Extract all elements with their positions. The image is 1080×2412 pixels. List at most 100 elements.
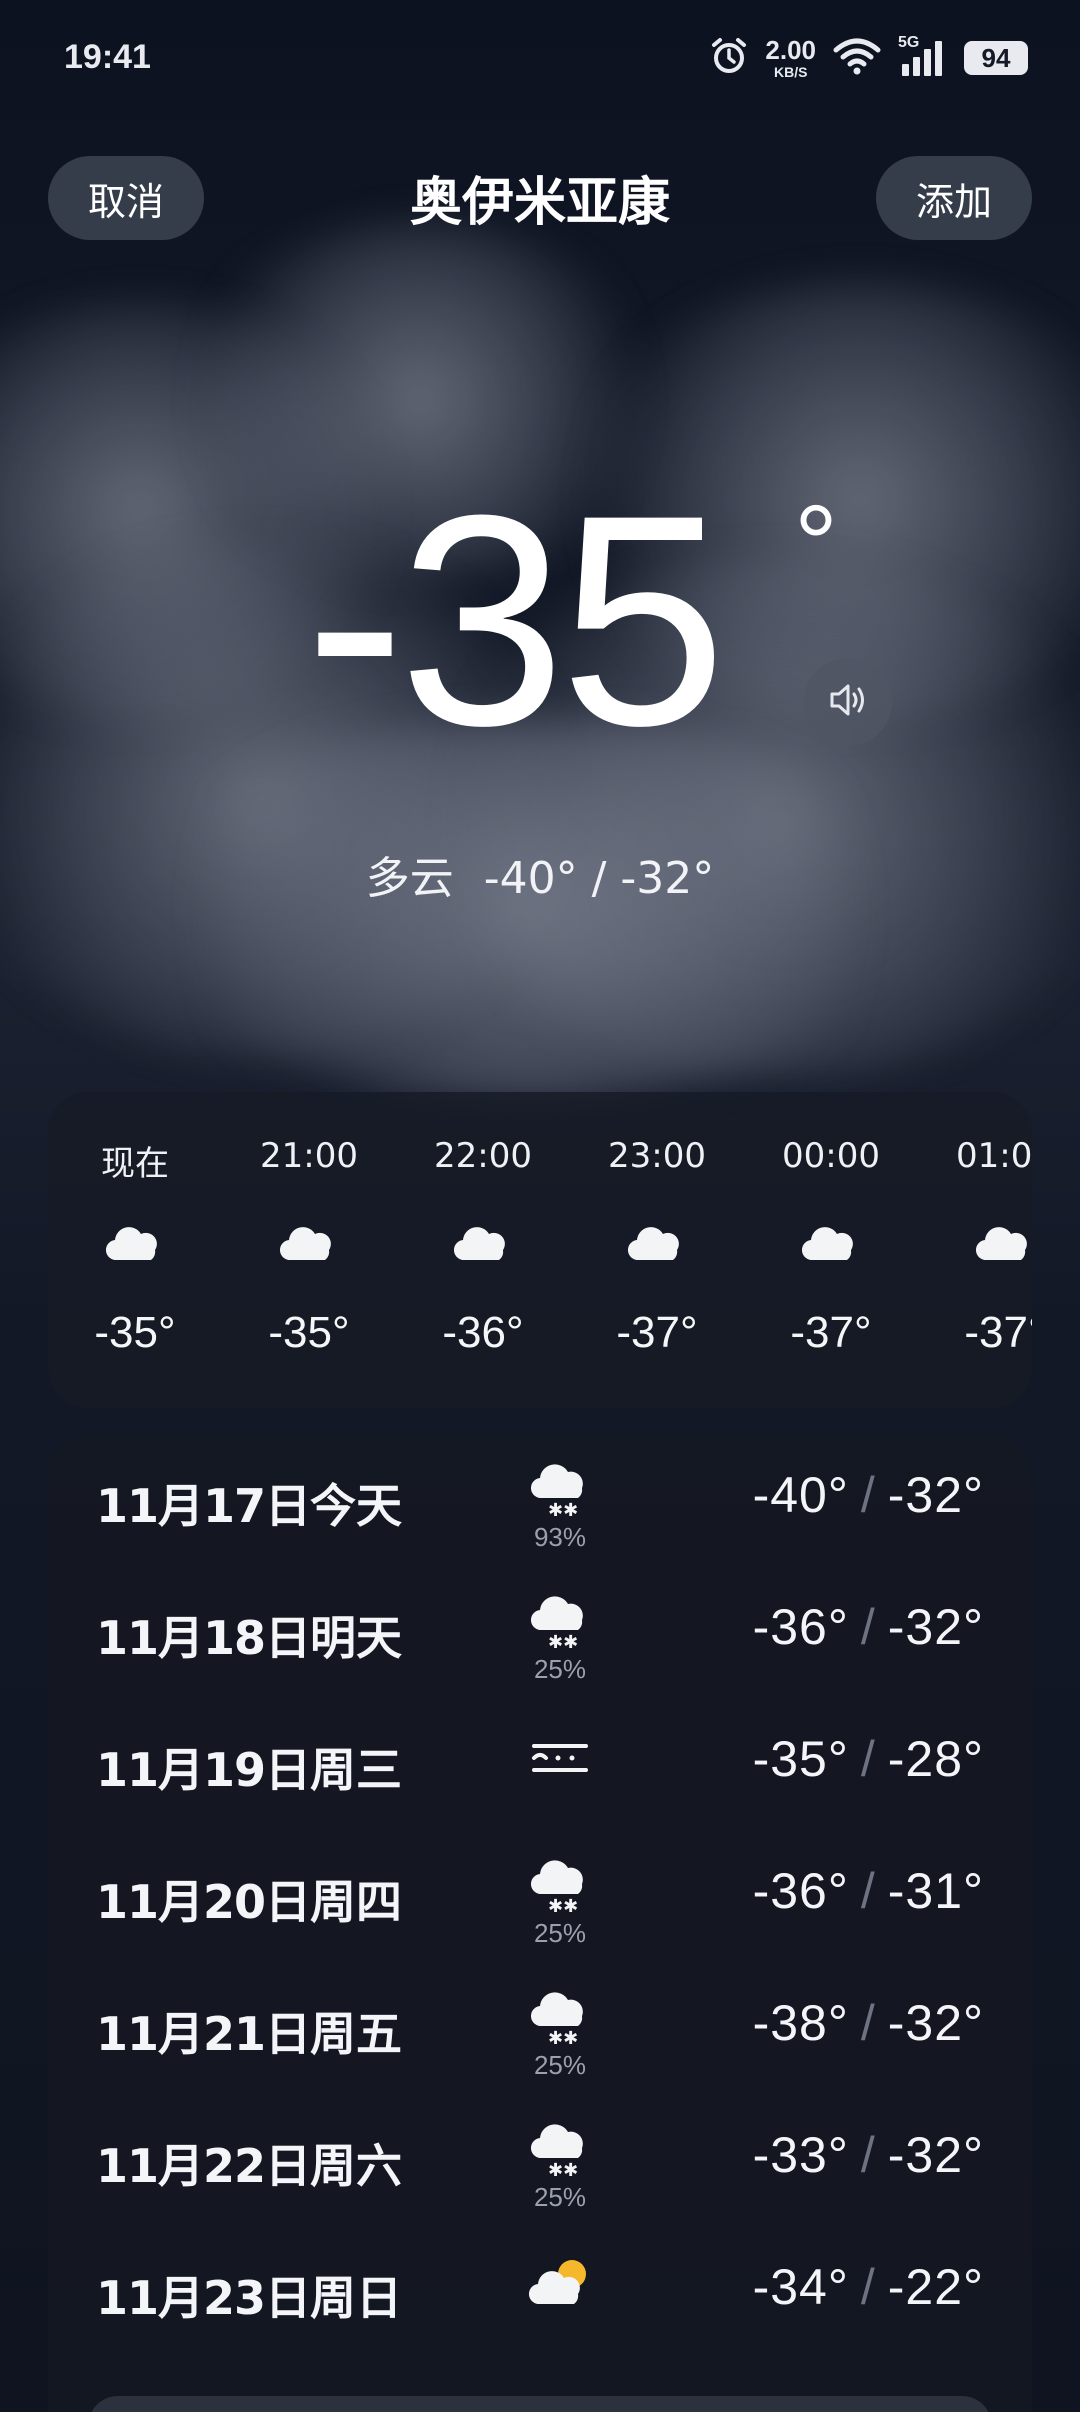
daily-row[interactable]: 11月23日 周日 -34° / -22° xyxy=(48,2228,1032,2360)
current-temperature-block: -35 ° xyxy=(0,470,1080,770)
svg-text:✱✱: ✱✱ xyxy=(548,1500,578,1521)
daily-row[interactable]: 11月18日 明天 ✱✱ 25% -36° / -32° xyxy=(48,1568,1032,1700)
partly-cloudy-night-icon xyxy=(627,1214,683,1261)
partly-cloudy-night-icon xyxy=(453,1214,509,1261)
condition-label: 多云 xyxy=(365,853,454,904)
more-forecast-button[interactable] xyxy=(88,2396,992,2412)
daily-row[interactable]: 11月20日 周四 ✱✱ 25% -36° / -31° xyxy=(48,1832,1032,1964)
network-speed: 2.00 KB/S xyxy=(765,37,816,79)
day-low: -34° xyxy=(752,2259,849,2315)
temperature-range: -40° / -32° xyxy=(483,853,715,904)
hourly-item: 23:00 -37° xyxy=(570,1092,744,1408)
day-low: -36° xyxy=(752,1863,849,1919)
weather-summary: 多云 -40° / -32° xyxy=(0,842,1080,906)
range-separator: / xyxy=(860,1731,876,1787)
day-high: -22° xyxy=(887,2259,984,2315)
alarm-icon xyxy=(709,36,749,80)
day-name: 周六 xyxy=(310,2139,402,2193)
signal-icon: 5G xyxy=(898,34,948,78)
hourly-forecast[interactable]: 现在 -35° 21:00 -35° 22:00 -36° 23:00 -37°… xyxy=(48,1092,1032,1408)
network-speed-unit: KB/S xyxy=(773,64,808,80)
day-date: 11月21日 xyxy=(96,2007,311,2061)
hour-time: 01:00 xyxy=(956,1136,1032,1176)
svg-text:✱✱: ✱✱ xyxy=(548,2160,578,2181)
day-temperature-range: -34° / -22° xyxy=(753,2258,984,2316)
fog-icon xyxy=(532,1744,588,1772)
precipitation-chance: 25% xyxy=(533,1654,587,1684)
city-title: 奥伊米亚康 xyxy=(409,173,670,233)
hour-temperature: -37° xyxy=(790,1308,872,1357)
day-date: 11月18日 xyxy=(96,1611,311,1665)
day-name: 周五 xyxy=(310,2007,402,2061)
hour-temperature: -35° xyxy=(94,1308,176,1357)
hourly-item: 现在 -35° xyxy=(48,1092,222,1408)
day-temperature-range: -33° / -32° xyxy=(753,2126,984,2184)
hour-temperature: -36° xyxy=(442,1308,524,1357)
day-high: -28° xyxy=(887,1731,984,1787)
hour-time: 23:00 xyxy=(608,1136,706,1176)
svg-text:✱✱: ✱✱ xyxy=(548,2028,578,2049)
add-button[interactable]: 添加 xyxy=(876,156,1032,240)
partly-cloudy-night-icon xyxy=(975,1214,1031,1261)
precipitation-chance: 25% xyxy=(533,2050,587,2080)
partly-cloudy-night-icon xyxy=(279,1214,335,1261)
hour-time: 22:00 xyxy=(434,1136,532,1176)
day-low: -35° xyxy=(752,1731,849,1787)
snow-icon: ✱✱ xyxy=(530,1464,583,1521)
day-date: 11月22日 xyxy=(96,2139,311,2193)
speaker-button[interactable] xyxy=(804,658,892,746)
hour-temperature: -37° xyxy=(616,1308,698,1357)
day-temperature-range: -35° / -28° xyxy=(753,1730,984,1788)
hour-time: 00:00 xyxy=(782,1136,880,1176)
day-high: -31° xyxy=(887,1863,984,1919)
status-time: 19:41 xyxy=(64,38,151,76)
partly-cloudy-night-icon xyxy=(105,1214,161,1261)
daily-forecast[interactable]: 11月17日 今天 ✱✱ 93% -40° / -32° 11月18日 明天 ✱✱ … xyxy=(48,1436,1032,2412)
day-name: 周四 xyxy=(310,1875,402,1929)
snow-icon: ✱✱ xyxy=(530,1596,583,1653)
degree-symbol: ° xyxy=(794,483,838,606)
snow-icon: ✱✱ xyxy=(530,1860,583,1917)
cancel-button[interactable]: 取消 xyxy=(48,156,204,240)
day-name: 今天 xyxy=(310,1479,402,1533)
hour-time: 现在 xyxy=(101,1144,169,1184)
day-date: 11月20日 xyxy=(96,1875,311,1929)
partly-cloudy-night-icon xyxy=(801,1214,857,1261)
hourly-item: 01:00 -37° xyxy=(918,1092,1032,1408)
day-temperature-range: -38° / -32° xyxy=(753,1994,984,2052)
day-date: 11月19日 xyxy=(96,1743,311,1797)
hourly-item: 22:00 -36° xyxy=(396,1092,570,1408)
day-high: -32° xyxy=(887,2127,984,2183)
day-temperature-range: -36° / -31° xyxy=(753,1862,984,1920)
day-low: -40° xyxy=(752,1467,849,1523)
svg-text:✱✱: ✱✱ xyxy=(548,1896,578,1917)
status-bar: 19:41 2.00 KB/S 5G 94 xyxy=(0,0,1080,120)
daily-row[interactable]: 11月19日 周三 -35° / -28° xyxy=(48,1700,1032,1832)
day-name: 周三 xyxy=(310,1743,402,1797)
range-separator: / xyxy=(860,1599,876,1655)
day-temperature-range: -36° / -32° xyxy=(753,1598,984,1656)
daily-row[interactable]: 11月21日 周五 ✱✱ 25% -38° / -32° xyxy=(48,1964,1032,2096)
range-separator: / xyxy=(860,1467,876,1523)
day-name: 明天 xyxy=(310,1611,402,1665)
svg-text:✱✱: ✱✱ xyxy=(548,1632,578,1653)
hourly-item: 21:00 -35° xyxy=(222,1092,396,1408)
precipitation-chance: 25% xyxy=(533,2182,587,2212)
status-icons: 2.00 KB/S 5G 94 xyxy=(709,34,1028,80)
hour-temperature: -35° xyxy=(268,1308,350,1357)
precipitation-chance: 93% xyxy=(533,1522,587,1552)
daily-row[interactable]: 11月17日 今天 ✱✱ 93% -40° / -32° xyxy=(48,1436,1032,1568)
wifi-icon xyxy=(832,36,882,80)
day-name: 周日 xyxy=(310,2271,402,2325)
precipitation-chance: 25% xyxy=(533,1918,587,1948)
daily-row[interactable]: 11月22日 周六 ✱✱ 25% -33° / -32° xyxy=(48,2096,1032,2228)
day-high: -32° xyxy=(887,1599,984,1655)
range-separator: / xyxy=(860,1995,876,2051)
day-high: -32° xyxy=(887,1995,984,2051)
range-separator: / xyxy=(860,1863,876,1919)
range-separator: / xyxy=(860,2127,876,2183)
speaker-icon xyxy=(824,676,872,728)
partly-cloudy-day-icon xyxy=(528,2260,586,2305)
day-low: -38° xyxy=(752,1995,849,2051)
current-temperature: -35 xyxy=(305,452,727,788)
